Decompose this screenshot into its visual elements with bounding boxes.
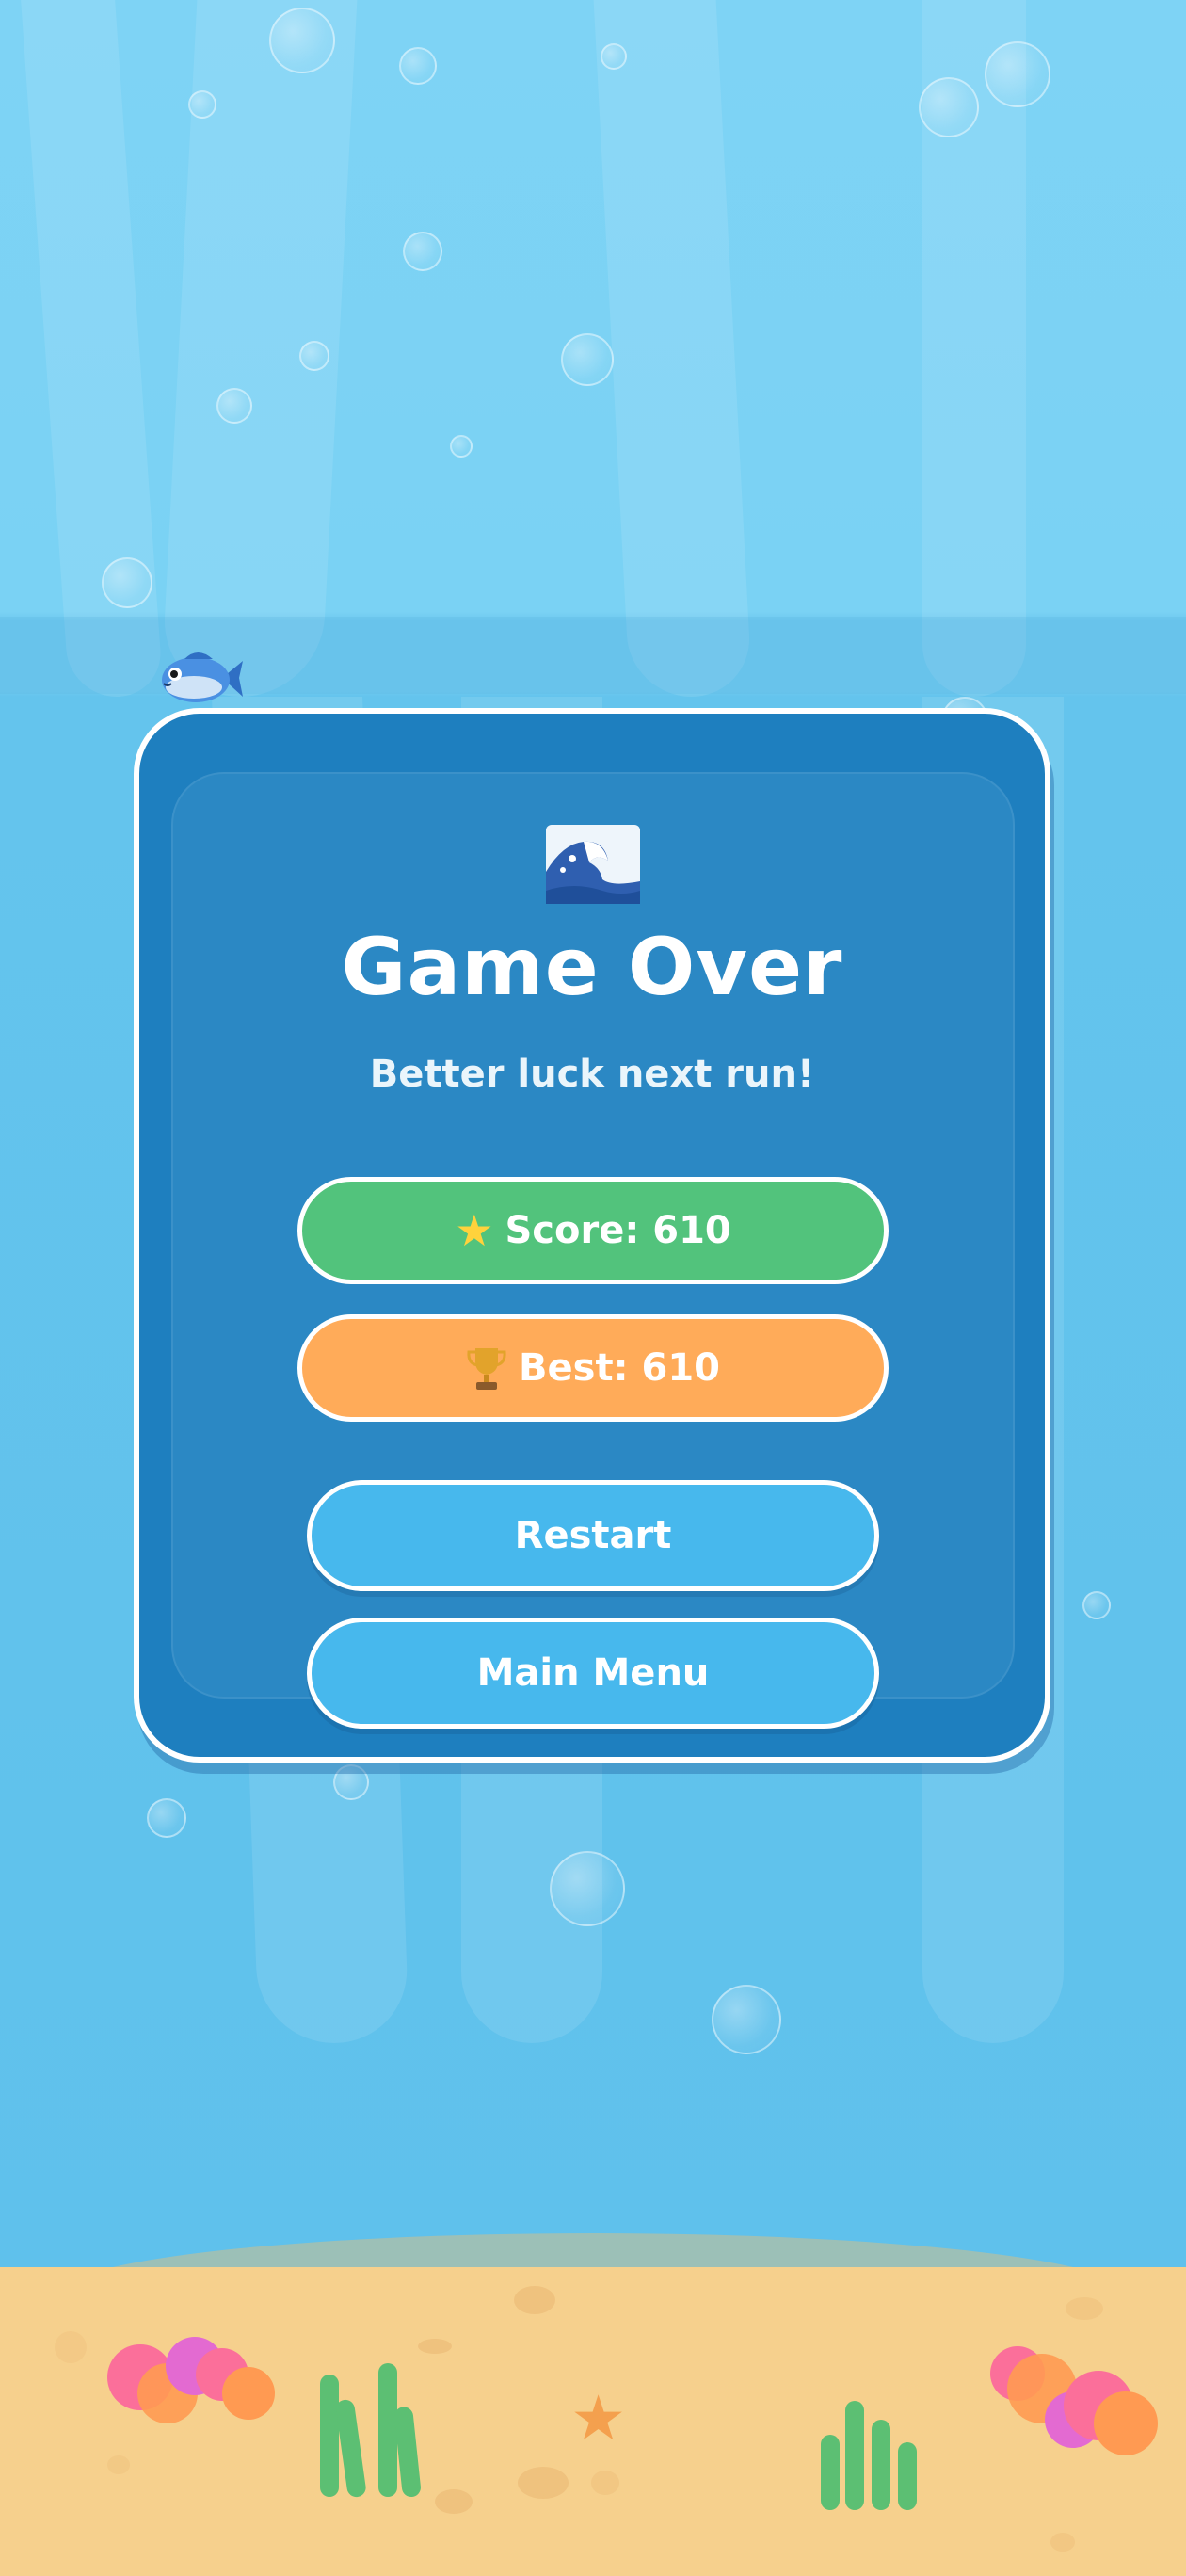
dialog-subtitle: Better luck next run! [369,1053,815,1096]
pebble [55,2331,87,2363]
bubble [399,47,437,85]
starfish-icon: ★ [570,2382,627,2455]
pebble [1066,2297,1103,2320]
seaweed [378,2363,397,2497]
bubble [450,435,473,458]
trophy-icon [467,1348,506,1390]
restart-button[interactable]: Restart [307,1480,879,1591]
seaweed [872,2420,890,2510]
game-scene: ★ Game Over Better luck next run! ★ Scor… [0,0,1186,2576]
bubble [269,8,335,73]
star-icon: ★ [455,1205,494,1256]
bubble [561,333,614,386]
bubble [216,388,252,424]
score-display: ★ Score: 610 [297,1177,889,1284]
bubble [550,1851,625,1926]
best-label: Best: 610 [519,1346,720,1390]
seaweed [821,2435,840,2510]
bubble [601,43,627,70]
pebble [418,2339,452,2354]
bubble [919,77,979,137]
pebble [591,2471,619,2495]
seaweed [320,2375,339,2497]
seaweed [898,2442,917,2510]
bubble [403,232,442,271]
dialog-title: Game Over [341,921,843,1013]
seaweed [845,2401,864,2510]
pebble [518,2467,569,2499]
wave-icon [546,825,640,904]
light-beam [593,0,753,697]
bubble [1082,1591,1111,1619]
bubble [299,341,329,371]
bubble [985,41,1050,107]
bubble [147,1798,186,1838]
bubble [188,90,216,119]
bubble [102,557,152,608]
fish-icon [162,652,243,702]
bubble [712,1985,781,2054]
coral [1094,2391,1158,2455]
pebble [107,2455,130,2474]
main-menu-button[interactable]: Main Menu [307,1618,879,1729]
coral [222,2367,275,2420]
score-label: Score: 610 [505,1209,731,1252]
best-score-display: Best: 610 [297,1314,889,1422]
pebble [514,2286,555,2314]
pebble [435,2489,473,2514]
pebble [1050,2533,1075,2552]
